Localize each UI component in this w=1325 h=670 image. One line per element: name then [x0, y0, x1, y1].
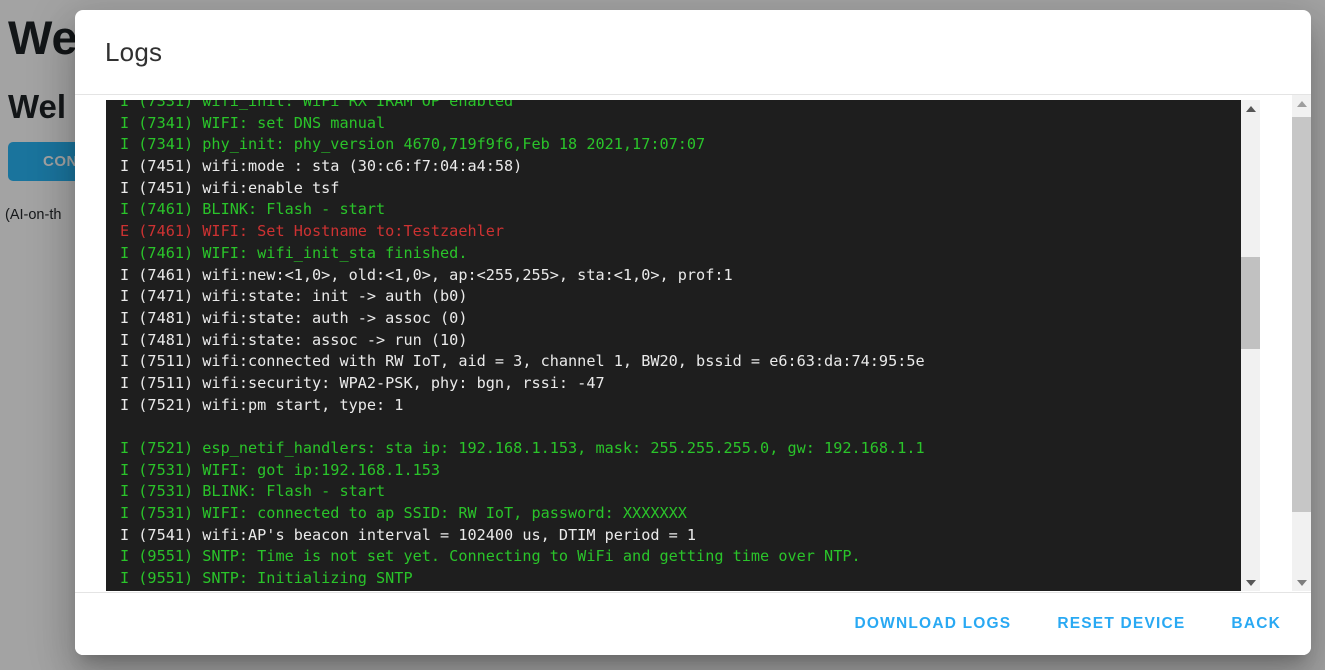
- log-line: I (7511) wifi:connected with RW IoT, aid…: [120, 351, 1241, 373]
- log-line: I (7521) wifi:pm start, type: 1: [120, 395, 1241, 417]
- log-line: I (7471) wifi:state: init -> auth (b0): [120, 286, 1241, 308]
- log-line: I (7481) wifi:state: assoc -> run (10): [120, 330, 1241, 352]
- log-line: I (7461) wifi:new:<1,0>, old:<1,0>, ap:<…: [120, 265, 1241, 287]
- scroll-up-icon: [1246, 106, 1256, 112]
- log-line: I (7541) wifi:AP's beacon interval = 102…: [120, 525, 1241, 547]
- log-line: I (7511) wifi:security: WPA2-PSK, phy: b…: [120, 373, 1241, 395]
- dialog-footer: DOWNLOAD LOGS RESET DEVICE BACK: [75, 592, 1311, 655]
- log-scrollbar[interactable]: [1241, 100, 1260, 591]
- dialog-scrollbar[interactable]: [1292, 95, 1311, 591]
- log-line: I (7341) phy_init: phy_version 4670,719f…: [120, 134, 1241, 156]
- log-line: [120, 416, 1241, 438]
- scroll-down-button[interactable]: [1292, 574, 1311, 591]
- log-output[interactable]: I (7331) wifi_init: WiFi RX IRAM OP enab…: [106, 100, 1260, 591]
- log-line: I (9551) SNTP: Time is not set yet. Conn…: [120, 546, 1241, 568]
- scroll-up-button[interactable]: [1292, 95, 1311, 112]
- download-logs-button[interactable]: DOWNLOAD LOGS: [849, 607, 1018, 641]
- log-lines: I (7331) wifi_init: WiFi RX IRAM OP enab…: [106, 100, 1241, 590]
- log-line: I (7461) BLINK: Flash - start: [120, 199, 1241, 221]
- log-line: I (7531) WIFI: connected to ap SSID: RW …: [120, 503, 1241, 525]
- log-line: I (9551) SNTP: Initializing SNTP: [120, 568, 1241, 590]
- dialog-title: Logs: [105, 37, 162, 68]
- log-line: I (7481) wifi:state: auth -> assoc (0): [120, 308, 1241, 330]
- back-button[interactable]: BACK: [1225, 607, 1287, 641]
- log-line: I (7531) BLINK: Flash - start: [120, 481, 1241, 503]
- log-line: I (7531) WIFI: got ip:192.168.1.153: [120, 460, 1241, 482]
- log-line: I (7461) WIFI: wifi_init_sta finished.: [120, 243, 1241, 265]
- dialog-scrollbar-thumb[interactable]: [1292, 117, 1311, 512]
- log-line: I (7451) wifi:enable tsf: [120, 178, 1241, 200]
- log-line: I (7521) esp_netif_handlers: sta ip: 192…: [120, 438, 1241, 460]
- log-scrollbar-thumb[interactable]: [1241, 257, 1260, 349]
- scroll-up-button[interactable]: [1241, 100, 1260, 117]
- dialog-body: I (7331) wifi_init: WiFi RX IRAM OP enab…: [75, 95, 1311, 592]
- scroll-down-button[interactable]: [1241, 574, 1260, 591]
- reset-device-button[interactable]: RESET DEVICE: [1051, 607, 1191, 641]
- log-line: I (7341) WIFI: set DNS manual: [120, 113, 1241, 135]
- log-line: I (7451) wifi:mode : sta (30:c6:f7:04:a4…: [120, 156, 1241, 178]
- dialog-header: Logs: [75, 10, 1311, 95]
- logs-dialog: Logs I (7331) wifi_init: WiFi RX IRAM OP…: [75, 10, 1311, 655]
- scroll-up-icon: [1297, 101, 1307, 107]
- log-line: I (7331) wifi_init: WiFi RX IRAM OP enab…: [120, 100, 1241, 113]
- scroll-down-icon: [1246, 580, 1256, 586]
- scroll-down-icon: [1297, 580, 1307, 586]
- log-line: E (7461) WIFI: Set Hostname to:Testzaehl…: [120, 221, 1241, 243]
